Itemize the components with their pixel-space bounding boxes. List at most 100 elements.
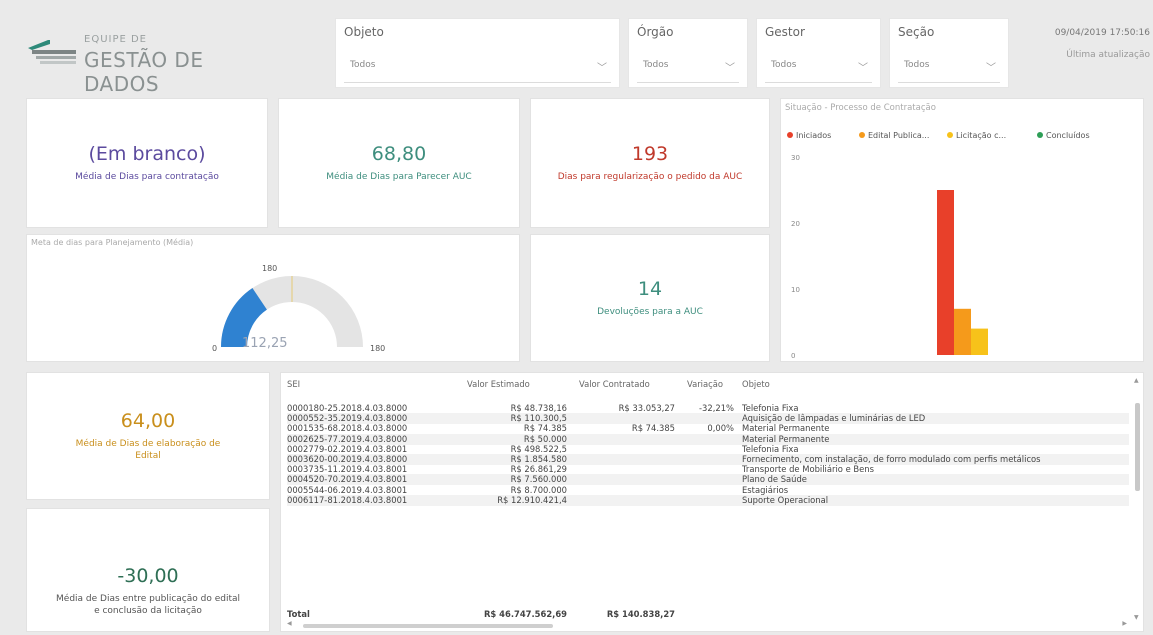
kpi-card-devolucoes[interactable]: 14 Devoluções para a AUC <box>530 234 770 362</box>
legend-marker <box>947 132 953 138</box>
cell-valor-contratado: R$ 140.838,27 <box>606 609 675 619</box>
y-tick-label: 0 <box>791 352 795 360</box>
slicer-value: Todos <box>904 60 930 70</box>
slicer-dropdown[interactable]: Todos ﹀ <box>344 49 611 83</box>
slicer-title: Órgão <box>637 25 674 39</box>
slicer-dropdown[interactable]: Todos ﹀ <box>637 49 739 83</box>
slicer-dropdown[interactable]: Todos ﹀ <box>765 49 872 83</box>
slicer-title: Gestor <box>765 25 805 39</box>
gauge-value-label: 112,25 <box>242 336 288 351</box>
table-card[interactable]: SEI Valor Estimado Valor Contratado Vari… <box>280 372 1144 632</box>
slicer-dropdown[interactable]: Todos ﹀ <box>898 49 1000 83</box>
cell-sei: 0001535-68.2018.4.03.8000 <box>287 423 408 434</box>
scroll-left-icon[interactable]: ◀ <box>287 620 292 627</box>
table-header-row: SEI Valor Estimado Valor Contratado Vari… <box>287 379 1129 390</box>
slicer-secao[interactable]: Seção Todos ﹀ <box>889 18 1009 88</box>
chevron-down-icon[interactable]: ﹀ <box>858 59 868 74</box>
cell-sei: 0000180-25.2018.4.03.8000 <box>287 403 408 413</box>
cell-valor-estimado: R$ 1.854.580 <box>510 454 567 464</box>
kpi-caption: Média de Dias para Parecer AUC <box>326 171 472 182</box>
column-header-valor-contratado[interactable]: Valor Contratado <box>579 379 650 389</box>
logo: EQUIPE DE GESTÃO DE DADOS <box>28 30 278 96</box>
chevron-down-icon[interactable]: ﹀ <box>725 59 735 74</box>
column-header-sei[interactable]: SEI <box>287 379 300 389</box>
cell-valor-estimado: R$ 110.300,5 <box>510 413 567 424</box>
horizontal-scrollbar[interactable]: ◀ ▶ <box>287 620 1127 629</box>
kpi-caption: Média de Dias para contratação <box>75 171 219 182</box>
cell-objeto: Suporte Operacional <box>742 494 829 505</box>
cell-variacao: -32,21% <box>699 403 734 413</box>
cell-objeto: Aquisição de lâmpadas e luminárias de LE… <box>742 413 926 424</box>
kpi-caption: Devoluções para a AUC <box>597 306 703 317</box>
slicer-title: Objeto <box>344 25 384 39</box>
bar-chart-card[interactable]: Situação - Processo de Contratação Inici… <box>780 98 1144 362</box>
kpi-card-parecer[interactable]: 68,80 Média de Dias para Parecer AUC <box>278 98 520 228</box>
slicer-orgao[interactable]: Órgão Todos ﹀ <box>628 18 748 88</box>
last-update-datetime: 09/04/2019 17:50:16 <box>1054 28 1150 38</box>
y-tick-label: 30 <box>791 154 800 162</box>
cell-objeto: Material Permanente <box>742 433 830 444</box>
legend-entry[interactable]: Iniciados <box>796 131 831 140</box>
bar[interactable] <box>937 190 954 355</box>
cell-valor-contratado: R$ 33.053,27 <box>618 403 675 413</box>
cell-sei: 0002779-02.2019.4.03.8001 <box>287 443 408 454</box>
cell-valor-estimado: R$ 498.522,5 <box>510 443 567 454</box>
legend-marker <box>787 132 793 138</box>
kpi-card-publicacao[interactable]: -30,00 Média de Dias entre publicação do… <box>26 508 270 632</box>
legend-entry[interactable]: Licitação c... <box>956 131 1006 140</box>
kpi-card-regularizacao[interactable]: 193 Dias para regularização o pedido da … <box>530 98 770 228</box>
slicer-gestor[interactable]: Gestor Todos ﹀ <box>756 18 881 88</box>
slicer-value: Todos <box>771 60 797 70</box>
table-total-row[interactable]: Total R$ 46.747.562,69 R$ 140.838,27 <box>287 609 1129 620</box>
cell-valor-estimado: R$ 7.560.000 <box>510 474 567 485</box>
legend-marker <box>1037 132 1043 138</box>
cell-valor-estimado: R$ 12.910.421,4 <box>497 494 567 505</box>
logo-title: GESTÃO DE DADOS <box>84 48 204 96</box>
cell-valor-estimado: R$ 50.000 <box>523 433 567 444</box>
scroll-right-icon[interactable]: ▶ <box>1122 620 1127 627</box>
scroll-up-icon[interactable]: ▲ <box>1134 377 1139 384</box>
bar[interactable] <box>954 308 971 355</box>
cell-valor-contratado: R$ 74.385 <box>631 423 675 434</box>
gauge-max-label: 180 <box>370 344 385 353</box>
kpi-caption: Média de Dias entre publicação do edital… <box>56 593 240 616</box>
kpi-card-edital[interactable]: 64,00 Média de Dias de elaboração de Edi… <box>26 372 270 500</box>
cell-objeto: Material Permanente <box>742 423 830 434</box>
bar[interactable] <box>971 328 988 355</box>
cell-valor-estimado: R$ 74.385 <box>523 423 567 434</box>
kpi-value: 193 <box>631 142 669 165</box>
scroll-thumb[interactable] <box>1135 403 1140 491</box>
kpi-caption: Dias para regularização o pedido da AUC <box>557 171 743 182</box>
cell-sei: Total <box>287 609 310 619</box>
vertical-scrollbar[interactable]: ▲ ▼ <box>1133 377 1141 621</box>
cell-objeto: Transporte de Mobiliário e Bens <box>742 464 874 475</box>
cell-objeto: Estagiários <box>742 484 789 495</box>
column-header-variacao[interactable]: Variação <box>687 379 723 389</box>
cell-valor-estimado: R$ 26.861,29 <box>510 464 567 475</box>
logo-subtitle: EQUIPE DE <box>84 34 148 45</box>
kpi-card-contratacao[interactable]: (Em branco) Média de Dias para contrataç… <box>26 98 268 228</box>
scroll-down-icon[interactable]: ▼ <box>1134 614 1139 621</box>
kpi-value: 14 <box>637 277 663 300</box>
column-header-valor-estimado[interactable]: Valor Estimado <box>467 379 530 389</box>
cell-objeto: Telefonia Fixa <box>742 443 799 454</box>
slicer-objeto[interactable]: Objeto Todos ﹀ <box>335 18 620 88</box>
kpi-value: -30,00 <box>117 564 179 587</box>
cell-valor-estimado: R$ 46.747.562,69 <box>483 609 567 619</box>
legend-entry[interactable]: Concluídos <box>1046 131 1090 140</box>
legend-marker <box>859 132 865 138</box>
scroll-thumb[interactable] <box>303 624 553 628</box>
y-tick-label: 10 <box>791 286 800 294</box>
gauge-card[interactable]: Meta de dias para Planejamento (Média) 0… <box>26 234 520 362</box>
chevron-down-icon[interactable]: ﹀ <box>986 59 996 74</box>
cell-sei: 0003735-11.2019.4.03.8001 <box>287 464 408 475</box>
legend-entry[interactable]: Edital Publica... <box>868 131 929 140</box>
cell-sei: 0004520-70.2019.4.03.8001 <box>287 474 408 485</box>
kpi-value: 64,00 <box>120 409 176 432</box>
chevron-down-icon[interactable]: ﹀ <box>597 59 607 74</box>
table-row[interactable]: 0006117-81.2018.4.03.8001 R$ 12.910.421,4… <box>287 494 1129 506</box>
cell-valor-estimado: R$ 8.700.000 <box>510 484 567 495</box>
last-update: 09/04/2019 17:50:16 Última atualização <box>1015 28 1150 60</box>
column-header-objeto[interactable]: Objeto <box>742 379 770 389</box>
cell-sei: 0006117-81.2018.4.03.8001 <box>287 494 408 505</box>
